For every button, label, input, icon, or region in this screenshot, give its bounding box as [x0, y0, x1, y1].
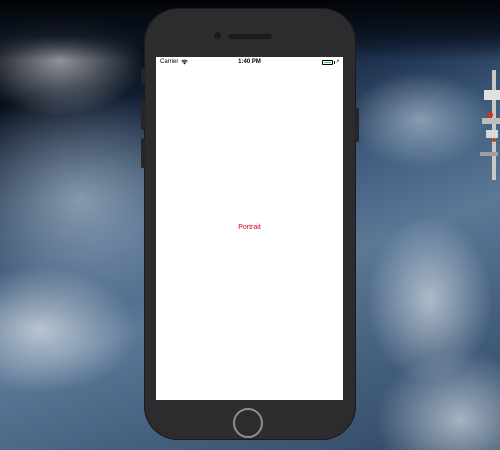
charging-bolt-icon: ⚡: [335, 59, 340, 65]
space-station-image: [480, 70, 500, 180]
desktop-background: Carrier 1:40 PM ⚡ Portrait: [0, 0, 500, 450]
front-camera: [214, 32, 221, 39]
orientation-label: Portrait: [238, 224, 261, 231]
battery-indicator: ⚡: [321, 59, 340, 65]
home-button[interactable]: [233, 408, 263, 438]
volume-down-button[interactable]: [141, 138, 145, 168]
iphone-device-frame: Carrier 1:40 PM ⚡ Portrait: [141, 8, 359, 440]
battery-level-fill: [323, 61, 331, 63]
earpiece-speaker: [228, 34, 272, 39]
status-time: 1:40 PM: [238, 59, 261, 65]
mute-switch: [141, 68, 145, 84]
battery-icon: [321, 59, 333, 65]
power-button[interactable]: [355, 108, 359, 142]
device-screen[interactable]: Carrier 1:40 PM ⚡ Portrait: [156, 57, 343, 400]
status-bar: Carrier 1:40 PM ⚡: [156, 57, 343, 69]
volume-up-button[interactable]: [141, 100, 145, 130]
battery-tip: [333, 60, 335, 64]
